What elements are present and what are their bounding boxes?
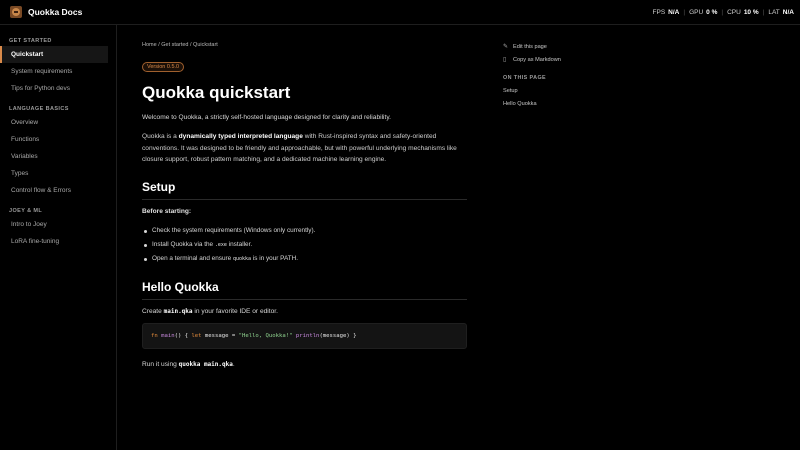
main-content: Home / Get started / Quickstart Version … xyxy=(118,25,491,450)
inline-code: quokka xyxy=(233,256,252,262)
sidebar-item-variables[interactable]: Variables xyxy=(0,148,108,165)
fps-value: N/A xyxy=(668,9,680,16)
right-panel: ✎ Edit this page ▯ Copy as Markdown ON THI… xyxy=(492,25,800,450)
inline-code: .exe xyxy=(214,242,227,248)
section-title-language-basics: LANGUAGE BASICS xyxy=(9,106,69,112)
sidebar-item-functions[interactable]: Functions xyxy=(0,131,108,148)
run-instructions: Run it using quokka main.qka. xyxy=(142,361,235,368)
inline-code: quokka main.qka xyxy=(178,361,233,368)
cpu-stat: CPU 10 % xyxy=(727,9,759,16)
brand-title[interactable]: Quokka Docs xyxy=(28,7,82,17)
sidebar-item-quickstart[interactable]: Quickstart xyxy=(0,46,108,63)
perf-stats: FPS N/A | GPU 0 % | CPU 10 % | LAT N/A xyxy=(653,0,794,25)
list-text: installer. xyxy=(226,241,253,248)
quokka-logo-icon[interactable] xyxy=(10,6,22,18)
gpu-stat: GPU 0 % xyxy=(689,9,717,16)
copy-markdown-link[interactable]: ▯ Copy as Markdown xyxy=(503,53,561,66)
list-item: Open a terminal and ensure quokka is in … xyxy=(142,252,467,266)
copy-label: Copy as Markdown xyxy=(513,56,561,63)
gpu-value: 0 % xyxy=(706,9,718,16)
list-text: Open a terminal and ensure xyxy=(152,255,233,262)
version-badge: Version 0.5.0 xyxy=(142,62,185,72)
para-text: Quokka is a xyxy=(142,133,179,140)
heading-hello-quokka: Hello Quokka xyxy=(142,280,467,300)
list-text: is in your PATH. xyxy=(251,255,299,262)
list-text: Check the system requirements (Windows o… xyxy=(152,227,316,234)
list-text: Install Quokka via the xyxy=(152,241,215,248)
code-string: "Hello, Quokka!" xyxy=(238,333,293,339)
fps-label: FPS xyxy=(652,9,666,16)
fps-stat: FPS N/A xyxy=(653,9,680,16)
list-item: Install Quokka via the .exe installer. xyxy=(142,238,467,252)
sidebar-item-intro-joey[interactable]: Intro to Joey xyxy=(0,216,108,233)
code-text: (message) } xyxy=(319,333,357,339)
code-function: println xyxy=(292,333,320,339)
lat-label: LAT xyxy=(768,9,780,16)
setup-list: Check the system requirements (Windows o… xyxy=(142,224,467,266)
sidebar-item-system-requirements[interactable]: System requirements xyxy=(0,63,108,80)
document-icon: ▯ xyxy=(503,57,507,63)
list-item: Check the system requirements (Windows o… xyxy=(142,224,467,238)
run-text: Run it using xyxy=(142,361,179,368)
page-title: Quokka quickstart xyxy=(142,83,291,102)
inline-code: main.qka xyxy=(163,308,193,315)
divider: | xyxy=(683,9,686,16)
para-bold: dynamically typed interpreted language xyxy=(178,133,303,140)
intro-text: Welcome to Quokka, a strictly self-hoste… xyxy=(142,114,391,121)
before-starting-label: Before starting: xyxy=(142,208,192,215)
sidebar-item-lora[interactable]: LoRA fine-tuning xyxy=(0,233,108,250)
run-text: . xyxy=(232,361,235,368)
section-title-joey-ml: JOEY & ML xyxy=(9,208,43,214)
edit-page-link[interactable]: ✎ Edit this page xyxy=(503,40,547,53)
sidebar-nav: GET STARTED Quickstart System requiremen… xyxy=(0,25,117,450)
pencil-icon: ✎ xyxy=(503,44,509,50)
heading-setup: Setup xyxy=(142,180,467,200)
code-function: main xyxy=(157,333,175,339)
on-this-page-title: ON THIS PAGE xyxy=(503,75,547,81)
toc-item-hello-quokka[interactable]: Hello Quokka xyxy=(503,101,537,107)
code-text: () { xyxy=(174,333,192,339)
cpu-label: CPU xyxy=(727,9,741,16)
code-keyword: let xyxy=(191,333,202,339)
sidebar-item-tips-python[interactable]: Tips for Python devs xyxy=(0,80,108,97)
create-text: Create xyxy=(142,308,164,315)
lat-stat: LAT N/A xyxy=(768,9,794,16)
create-file-text: Create main.qka in your favorite IDE or … xyxy=(142,308,278,315)
divider: | xyxy=(762,9,765,16)
breadcrumb[interactable]: Home / Get started / Quickstart xyxy=(142,42,218,48)
divider: | xyxy=(721,9,724,16)
cpu-value: 10 % xyxy=(743,9,759,16)
sidebar-item-types[interactable]: Types xyxy=(0,165,108,182)
sidebar-item-control-flow[interactable]: Control flow & Errors xyxy=(0,182,108,199)
lat-value: N/A xyxy=(782,9,794,16)
code-keyword: fn xyxy=(151,333,158,339)
sidebar-item-overview[interactable]: Overview xyxy=(0,114,108,131)
top-bar: Quokka Docs FPS N/A | GPU 0 % | CPU 10 % | … xyxy=(0,0,800,25)
toc-item-setup[interactable]: Setup xyxy=(503,88,518,94)
create-text: in your favorite IDE or editor. xyxy=(192,308,278,315)
gpu-label: GPU xyxy=(689,9,704,16)
code-text: message = xyxy=(201,333,239,339)
code-block[interactable]: fn main() { let message = "Hello, Quokka… xyxy=(142,323,467,349)
section-title-get-started: GET STARTED xyxy=(9,38,52,44)
description-paragraph: Quokka is a dynamically typed interprete… xyxy=(142,131,467,166)
edit-label: Edit this page xyxy=(513,43,547,50)
